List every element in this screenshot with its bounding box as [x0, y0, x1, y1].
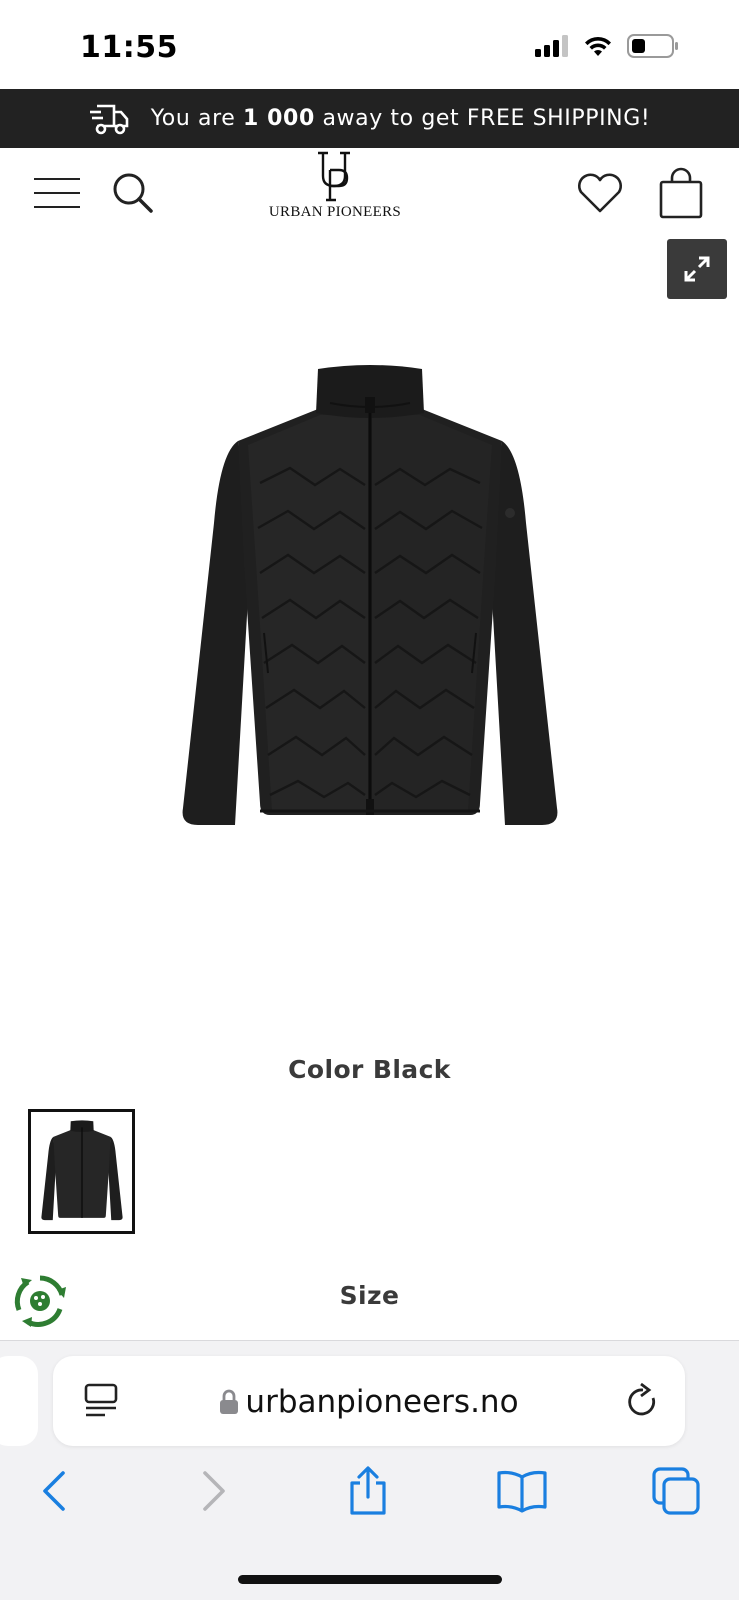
home-indicator[interactable]: [238, 1575, 502, 1584]
browser-chrome: urbanpioneers.no: [0, 1340, 739, 1600]
heart-icon: [578, 173, 622, 213]
forward-icon: [203, 1471, 225, 1511]
url-display[interactable]: urbanpioneers.no: [53, 1384, 685, 1420]
expand-icon: [684, 256, 710, 282]
hamburger-menu-icon: [34, 178, 80, 208]
size-label: Size: [339, 1281, 400, 1310]
free-shipping-text: You are 1 000 away to get FREE SHIPPING!: [150, 106, 651, 131]
back-icon: [43, 1471, 65, 1511]
shipping-amount: 1 000: [242, 106, 315, 131]
product-image[interactable]: [180, 363, 560, 843]
thumbnail-image: [40, 1119, 123, 1220]
bookmarks-icon: [497, 1470, 547, 1513]
reload-icon[interactable]: [625, 1382, 661, 1420]
search-icon: [113, 173, 153, 213]
site-header: URBAN PIONEERS: [0, 148, 739, 238]
logo-monogram: [318, 151, 350, 202]
tabs-icon: [652, 1467, 700, 1515]
share-button[interactable]: [338, 1461, 398, 1521]
menu-button[interactable]: [30, 166, 84, 220]
free-shipping-banner: You are 1 000 away to get FREE SHIPPING!: [0, 89, 739, 148]
status-time: 11:55: [80, 30, 178, 65]
share-icon: [350, 1466, 386, 1515]
product-thumbnail[interactable]: [28, 1109, 135, 1234]
address-bar[interactable]: urbanpioneers.no: [53, 1356, 685, 1446]
delivery-truck-icon: [89, 104, 128, 134]
lock-icon: [220, 1389, 239, 1414]
battery-icon: [627, 34, 678, 58]
product-gallery: [0, 238, 739, 1018]
forward-button[interactable]: [184, 1461, 244, 1521]
site-logo[interactable]: URBAN PIONEERS: [260, 150, 410, 230]
back-button[interactable]: [24, 1461, 84, 1521]
cellular-signal-icon: [535, 35, 568, 57]
wifi-icon: [585, 36, 611, 56]
expand-button[interactable]: [667, 239, 727, 299]
bookmarks-button[interactable]: [492, 1461, 552, 1521]
logo-text: URBAN PIONEERS: [268, 204, 402, 220]
shopping-bag-icon: [659, 167, 703, 219]
cart-button[interactable]: [654, 166, 708, 220]
browser-toolbar: [0, 1461, 739, 1521]
status-bar: 11:55: [0, 0, 739, 89]
url-text: urbanpioneers.no: [245, 1384, 519, 1420]
wishlist-button[interactable]: [572, 166, 628, 220]
previous-tab-preview[interactable]: [0, 1356, 38, 1446]
status-icons: [535, 34, 679, 58]
search-button[interactable]: [106, 166, 160, 220]
tabs-button[interactable]: [646, 1461, 706, 1521]
color-label: Color Black: [288, 1055, 451, 1084]
